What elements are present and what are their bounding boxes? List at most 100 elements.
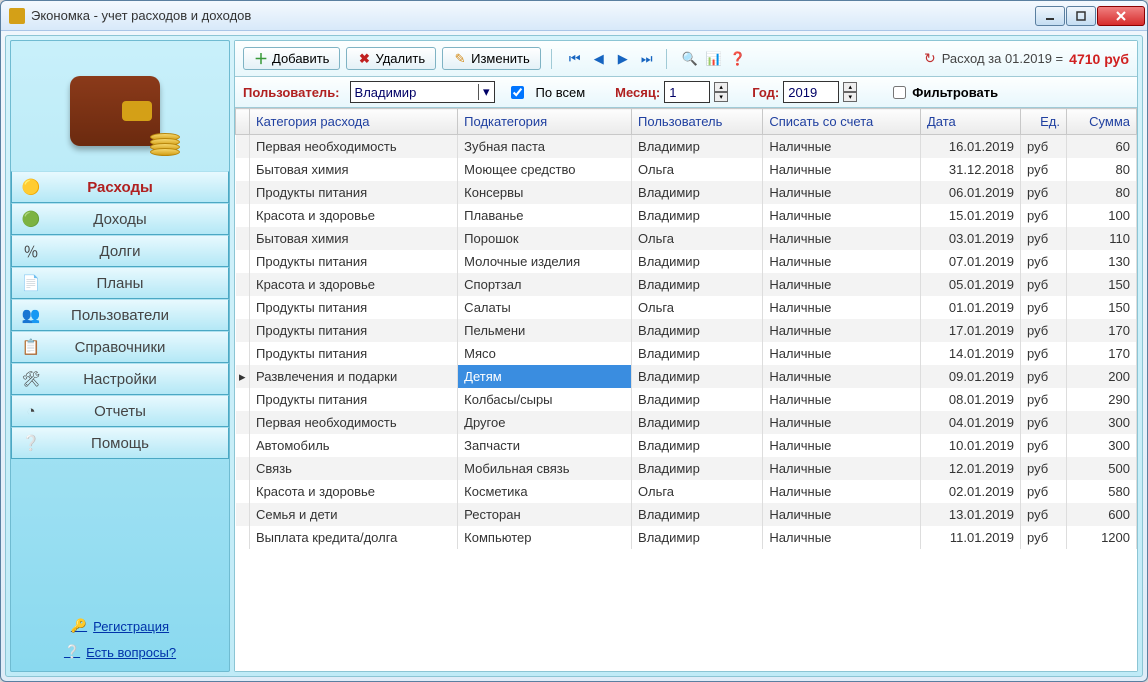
maximize-icon xyxy=(1075,10,1087,22)
cell-unit: руб xyxy=(1021,526,1067,549)
table-row[interactable]: Выплата кредита/долгаКомпьютерВладимирНа… xyxy=(236,526,1137,549)
summary-prefix: Расход за 01.2019 = xyxy=(942,51,1063,66)
minimize-button[interactable] xyxy=(1035,6,1065,26)
question-icon: ❔ xyxy=(64,644,80,660)
cell-subcategory: Ресторан xyxy=(458,503,632,526)
cell-category: Продукты питания xyxy=(250,319,458,342)
column-header[interactable]: Списать со счета xyxy=(763,109,921,135)
close-button[interactable] xyxy=(1097,6,1145,26)
column-header[interactable]: Сумма xyxy=(1067,109,1137,135)
table-row[interactable]: АвтомобильЗапчастиВладимирНаличные10.01.… xyxy=(236,434,1137,457)
cell-date: 04.01.2019 xyxy=(921,411,1021,434)
maximize-button[interactable] xyxy=(1066,6,1096,26)
year-spin-up[interactable]: ▴ xyxy=(843,82,857,92)
x-icon: ✖ xyxy=(357,52,371,66)
table-row[interactable]: ▸Развлечения и подаркиДетямВладимирНалич… xyxy=(236,365,1137,388)
cell-category: Продукты питания xyxy=(250,250,458,273)
sidebar-item-coins-plus[interactable]: 🟢Доходы xyxy=(11,203,229,235)
user-select[interactable]: Владимир ▾ xyxy=(350,81,495,103)
sidebar-item-label: Планы xyxy=(97,275,144,292)
sidebar-item-percent[interactable]: ％Долги xyxy=(11,235,229,267)
summary-amount: 4710 руб xyxy=(1069,51,1129,67)
table-row[interactable]: Продукты питанияМясоВладимирНаличные14.0… xyxy=(236,342,1137,365)
table-row[interactable]: Красота и здоровьеКосметикаОльгаНаличные… xyxy=(236,480,1137,503)
nav-next-icon[interactable]: ▶ xyxy=(614,50,632,68)
cell-date: 14.01.2019 xyxy=(921,342,1021,365)
cell-user: Владимир xyxy=(632,388,763,411)
sidebar-item-notes[interactable]: 📄Планы xyxy=(11,267,229,299)
filter-checkbox[interactable] xyxy=(893,86,906,99)
month-spin-down[interactable]: ▾ xyxy=(714,92,728,102)
table-row[interactable]: Бытовая химияПорошокОльгаНаличные03.01.2… xyxy=(236,227,1137,250)
sidebar-item-label: Долги xyxy=(100,243,141,260)
cell-account: Наличные xyxy=(763,457,921,480)
nav-last-icon[interactable]: ⏭ xyxy=(638,50,656,68)
filter-button-label[interactable]: Фильтровать xyxy=(912,85,998,100)
register-link[interactable]: 🔑 Регистрация xyxy=(11,613,229,639)
cell-date: 31.12.2018 xyxy=(921,158,1021,181)
table-row[interactable]: СвязьМобильная связьВладимирНаличные12.0… xyxy=(236,457,1137,480)
table-row[interactable]: Первая необходимостьЗубная пастаВладимир… xyxy=(236,135,1137,159)
cell-subcategory: Моющее средство xyxy=(458,158,632,181)
table-row[interactable]: Красота и здоровьеПлаваньеВладимирНаличн… xyxy=(236,204,1137,227)
cell-user: Владимир xyxy=(632,526,763,549)
year-spin-down[interactable]: ▾ xyxy=(843,92,857,102)
table-row[interactable]: Продукты питанияКолбасы/сырыВладимирНали… xyxy=(236,388,1137,411)
month-input[interactable]: 1 xyxy=(664,81,710,103)
cell-unit: руб xyxy=(1021,204,1067,227)
column-header[interactable]: Пользователь xyxy=(632,109,763,135)
month-spin-up[interactable]: ▴ xyxy=(714,82,728,92)
row-marker xyxy=(236,434,250,457)
edit-button[interactable]: ✎ Изменить xyxy=(442,47,541,70)
cell-unit: руб xyxy=(1021,227,1067,250)
nav-prev-icon[interactable]: ◀ xyxy=(590,50,608,68)
column-header[interactable]: Категория расхода xyxy=(250,109,458,135)
cell-account: Наличные xyxy=(763,526,921,549)
cell-account: Наличные xyxy=(763,273,921,296)
row-marker: ▸ xyxy=(236,365,250,388)
cell-sum: 300 xyxy=(1067,411,1137,434)
table-row[interactable]: Первая необходимостьДругоеВладимирНаличн… xyxy=(236,411,1137,434)
help-icon[interactable]: ❓ xyxy=(729,50,747,68)
sidebar-item-people[interactable]: 👥Пользователи xyxy=(11,299,229,331)
delete-button[interactable]: ✖ Удалить xyxy=(346,47,436,70)
cell-unit: руб xyxy=(1021,480,1067,503)
sidebar: 🟡Расходы🟢Доходы％Долги📄Планы👥Пользователи… xyxy=(10,40,230,672)
cell-account: Наличные xyxy=(763,181,921,204)
column-header[interactable]: Ед. xyxy=(1021,109,1067,135)
cell-category: Продукты питания xyxy=(250,296,458,319)
row-marker xyxy=(236,319,250,342)
sidebar-item-piechart[interactable]: ◔Отчеты xyxy=(11,395,229,427)
sidebar-item-help[interactable]: ❔Помощь xyxy=(11,427,229,459)
sidebar-item-list[interactable]: 📋Справочники xyxy=(11,331,229,363)
year-input[interactable]: 2019 xyxy=(783,81,839,103)
all-checkbox[interactable] xyxy=(511,86,524,99)
add-button[interactable]: ＋ Добавить xyxy=(243,47,340,70)
sidebar-item-coins-minus[interactable]: 🟡Расходы xyxy=(11,171,229,203)
table-row[interactable]: Продукты питанияСалатыОльгаНаличные01.01… xyxy=(236,296,1137,319)
cell-date: 01.01.2019 xyxy=(921,296,1021,319)
filter-bar: Пользователь: Владимир ▾ По всем Месяц: … xyxy=(235,77,1137,108)
table-row[interactable]: Продукты питанияПельмениВладимирНаличные… xyxy=(236,319,1137,342)
data-grid[interactable]: Категория расходаПодкатегорияПользовател… xyxy=(235,108,1137,671)
table-row[interactable]: Продукты питанияМолочные изделияВладимир… xyxy=(236,250,1137,273)
sidebar-item-label: Настройки xyxy=(83,371,157,388)
column-header[interactable]: Подкатегория xyxy=(458,109,632,135)
cell-date: 08.01.2019 xyxy=(921,388,1021,411)
nav-first-icon[interactable]: ⏮ xyxy=(566,50,584,68)
app-logo xyxy=(11,41,229,171)
table-row[interactable]: Красота и здоровьеСпортзалВладимирНаличн… xyxy=(236,273,1137,296)
sidebar-item-tools[interactable]: 🛠Настройки xyxy=(11,363,229,395)
refresh-icon[interactable]: ↻ xyxy=(924,50,936,67)
search-icon[interactable]: 🔍 xyxy=(681,50,699,68)
chart-icon[interactable]: 📊 xyxy=(705,50,723,68)
table-row[interactable]: Бытовая химияМоющее средствоОльгаНаличны… xyxy=(236,158,1137,181)
questions-link[interactable]: ❔ Есть вопросы? xyxy=(11,639,229,665)
cell-user: Ольга xyxy=(632,296,763,319)
row-marker xyxy=(236,457,250,480)
close-icon xyxy=(1115,10,1127,22)
table-row[interactable]: Продукты питанияКонсервыВладимирНаличные… xyxy=(236,181,1137,204)
column-header[interactable]: Дата xyxy=(921,109,1021,135)
table-row[interactable]: Семья и детиРесторанВладимирНаличные13.0… xyxy=(236,503,1137,526)
cell-category: Продукты питания xyxy=(250,388,458,411)
